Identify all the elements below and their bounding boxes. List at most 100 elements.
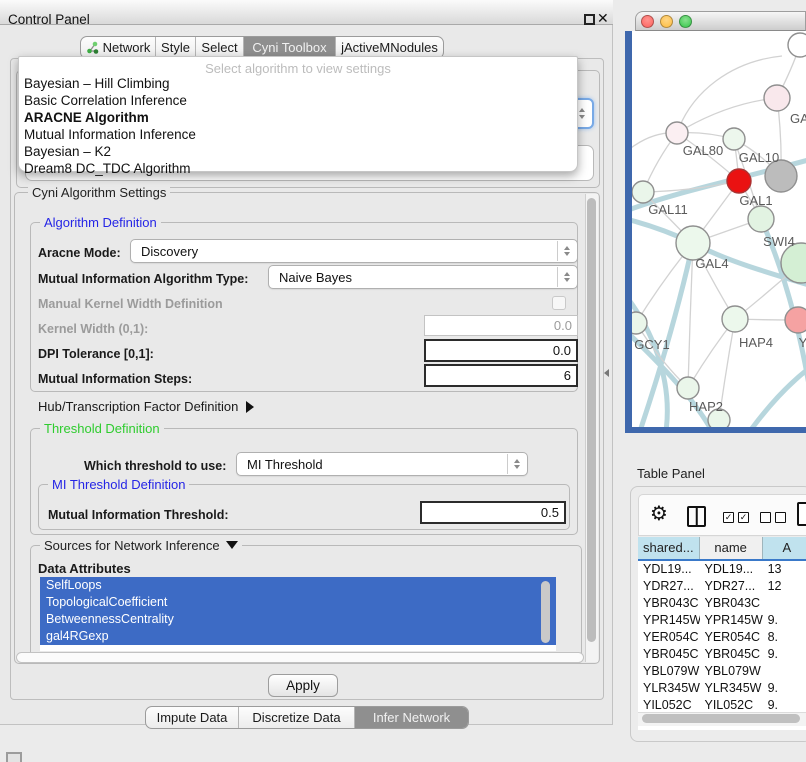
apply-button[interactable]: Apply	[268, 674, 338, 697]
node-GAL1-selected[interactable]	[727, 169, 751, 193]
node-GAL[interactable]	[764, 85, 790, 111]
table-row[interactable]: YDL19... YDL19... 13	[638, 561, 806, 578]
node-SWI4[interactable]	[748, 206, 774, 232]
tab-network[interactable]: Network	[81, 37, 155, 58]
table-row[interactable]: YER054C YER054C 8.	[638, 629, 806, 646]
node-Y[interactable]	[785, 307, 806, 333]
node-GAL4[interactable]	[676, 226, 710, 260]
tab-infer-network-label: Infer Network	[373, 710, 450, 725]
node-label: HAP4	[739, 335, 773, 350]
table-row[interactable]: YBL079W YBL079W	[638, 663, 806, 680]
menu-item[interactable]: Dream8 DC_TDC Algorithm	[24, 161, 191, 176]
column-header-partial[interactable]: A	[763, 537, 806, 559]
node-GCY1[interactable]	[632, 312, 647, 334]
tab-style-label: Style	[161, 40, 190, 55]
tab-jactivemnodules-label: jActiveMNodules	[341, 40, 438, 55]
aracne-mode-combo[interactable]: Discovery	[130, 239, 578, 263]
node-HAP2[interactable]	[677, 377, 699, 399]
menu-item[interactable]: Mutual Information Inference	[24, 127, 196, 142]
table-panel-title: Table Panel	[637, 466, 705, 481]
unchecked-checkbox-icon[interactable]	[760, 512, 771, 523]
node-GAL10[interactable]	[723, 128, 745, 150]
tab-cyni-toolbox[interactable]: Cyni Toolbox	[243, 37, 335, 58]
table-row[interactable]: YDR27... YDR27... 12	[638, 578, 806, 595]
list-item[interactable]: gal4RGexp	[40, 628, 556, 645]
tab-infer-network[interactable]: Infer Network	[354, 707, 468, 728]
table-row[interactable]: YBR043C YBR043C	[638, 595, 806, 612]
kernel-width-label: Kernel Width (0,1):	[38, 322, 148, 336]
mi-steps-field[interactable]: 6	[424, 364, 578, 387]
menu-item[interactable]: Bayesian – K2	[24, 144, 111, 159]
collapsed-panel-icon[interactable]	[6, 752, 22, 762]
cell: YBL079W	[638, 663, 700, 680]
float-window-icon[interactable]	[584, 14, 595, 25]
network-graph: GAL GAL80 GAL10 GAL1 GAL11 SWI4 GAL4 GCY…	[632, 31, 806, 427]
table-hscrollbar-thumb[interactable]	[642, 714, 800, 723]
node-label: HAP2	[689, 399, 723, 414]
node-GAL11[interactable]	[632, 181, 654, 203]
hub-definition-expander[interactable]: Hub/Transcription Factor Definition	[38, 399, 254, 414]
column-header-name[interactable]: name	[700, 537, 763, 559]
close-traffic-light-icon[interactable]	[641, 15, 654, 28]
document-icon[interactable]	[797, 502, 806, 526]
tab-jactivemnodules[interactable]: jActiveMNodules	[335, 37, 443, 58]
list-item[interactable]: TopologicalCoefficient	[40, 594, 556, 611]
screen: Control Panel ✕ Network Style Select Cyn…	[0, 0, 806, 762]
aracne-mode-label: Aracne Mode:	[38, 246, 121, 260]
gear-icon[interactable]: ⚙	[650, 503, 668, 523]
node[interactable]	[788, 33, 806, 57]
mi-threshold-field[interactable]: 0.5	[420, 501, 566, 524]
cell: YDL19...	[638, 561, 700, 578]
dropdown-placeholder: Select algorithm to view settings	[19, 61, 577, 76]
list-item[interactable]: BetweennessCentrality	[40, 611, 556, 628]
split-columns-icon[interactable]	[687, 506, 706, 527]
attributes-hscrollbar[interactable]	[16, 652, 584, 663]
node-label: GAL11	[648, 202, 688, 217]
tab-impute-data[interactable]: Impute Data	[146, 707, 238, 728]
column-header-shared[interactable]: shared...	[638, 537, 700, 559]
cell: YBR043C	[700, 595, 763, 612]
mi-threshold-group-title: MI Threshold Definition	[48, 477, 189, 492]
node-label: GAL80	[683, 143, 723, 158]
table-row[interactable]: YLR345W YLR345W 9.	[638, 680, 806, 697]
tab-discretize-data[interactable]: Discretize Data	[238, 707, 354, 728]
menu-item[interactable]: Basic Correlation Inference	[24, 93, 187, 108]
cell: 9.	[763, 612, 806, 629]
close-icon[interactable]: ✕	[597, 10, 609, 27]
cell: YBR045C	[638, 646, 700, 663]
sources-collapse-header[interactable]: Sources for Network Inference	[40, 538, 242, 553]
checked-checkbox-icon[interactable]: ✓	[723, 512, 734, 523]
network-window-titlebar	[635, 11, 806, 31]
which-threshold-combo[interactable]: MI Threshold	[236, 452, 528, 476]
checked-checkbox-icon[interactable]: ✓	[738, 512, 749, 523]
node-HAP4[interactable]	[722, 306, 748, 332]
node-GAL80[interactable]	[666, 122, 688, 144]
settings-scrollbar-thumb[interactable]	[587, 198, 596, 642]
splitter-collapse-icon[interactable]	[604, 369, 609, 377]
menu-item[interactable]: Bayesian – Hill Climbing	[24, 76, 170, 91]
cell	[763, 663, 806, 680]
attributes-scrollbar-thumb[interactable]	[541, 581, 550, 643]
unchecked-checkbox-icon[interactable]	[775, 512, 786, 523]
cyni-bottom-tabs: Impute Data Discretize Data Infer Networ…	[145, 706, 469, 729]
expander-down-icon	[226, 541, 238, 549]
cell: YER054C	[638, 629, 700, 646]
tab-style[interactable]: Style	[155, 37, 195, 58]
cell	[763, 595, 806, 612]
node-label: GAL1	[739, 193, 772, 208]
zoom-traffic-light-icon[interactable]	[679, 15, 692, 28]
menu-item-selected[interactable]: ARACNE Algorithm	[24, 110, 149, 125]
cell: 9.	[763, 680, 806, 697]
cell: YLR345W	[700, 680, 763, 697]
table-row[interactable]: YPR145W YPR145W 9.	[638, 612, 806, 629]
node-label: GAL10	[739, 150, 779, 165]
tab-select[interactable]: Select	[195, 37, 243, 58]
table-row[interactable]: YBR045C YBR045C 9.	[638, 646, 806, 663]
mi-algorithm-type-combo[interactable]: Naive Bayes	[268, 265, 578, 289]
network-view-frame: GAL GAL80 GAL10 GAL1 GAL11 SWI4 GAL4 GCY…	[625, 31, 806, 433]
cell: YDR27...	[700, 578, 763, 595]
list-item[interactable]: SelfLoops	[40, 577, 556, 594]
network-canvas[interactable]: GAL GAL80 GAL10 GAL1 GAL11 SWI4 GAL4 GCY…	[632, 31, 806, 427]
minimize-traffic-light-icon[interactable]	[660, 15, 673, 28]
dpi-tolerance-field[interactable]: 0.0	[424, 339, 578, 362]
